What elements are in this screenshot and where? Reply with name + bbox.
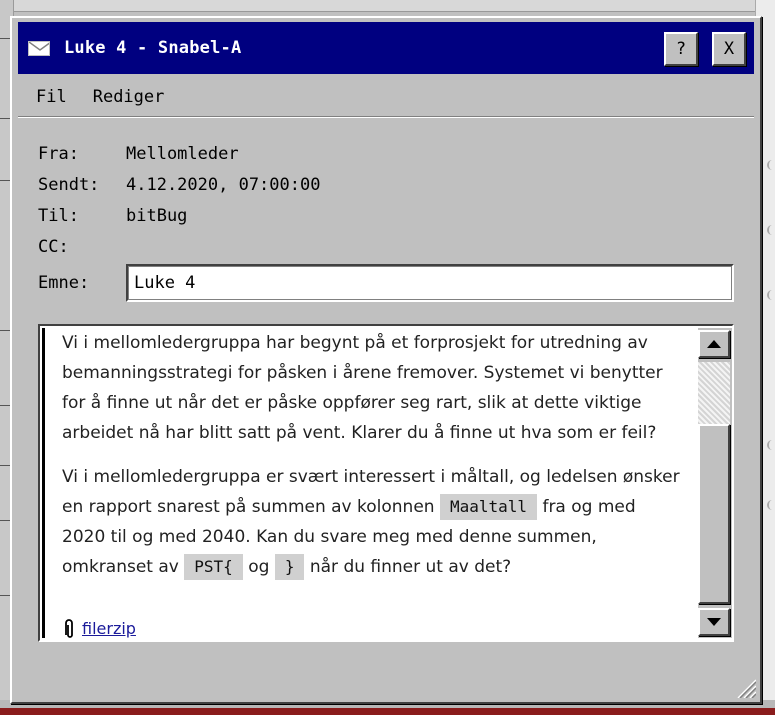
message-body-frame: Vi i mellomledergruppa har begynt på et … — [38, 324, 734, 642]
from-value: Mellomleder — [126, 144, 239, 164]
menu-bar: Fil Rediger — [18, 80, 754, 114]
body-text: når du finner ut av det? — [309, 557, 512, 577]
sent-value: 4.12.2020, 07:00:00 — [126, 175, 321, 195]
attachment: filerzip — [62, 614, 136, 638]
code-pst-open: PST{ — [184, 554, 243, 580]
close-button[interactable]: X — [712, 32, 746, 66]
subject-field[interactable]: Luke 4 — [126, 264, 734, 302]
body-left-border — [42, 328, 45, 638]
to-label: Til: — [38, 206, 79, 226]
menu-divider — [18, 116, 754, 118]
body-paragraph-1: Vi i mellomledergruppa har begynt på et … — [62, 333, 663, 443]
from-label: Fra: — [38, 144, 79, 164]
menu-file[interactable]: Fil — [36, 87, 67, 107]
to-value: bitBug — [126, 206, 188, 226]
window-title: Luke 4 - Snabel-A — [64, 38, 242, 58]
paperclip-icon — [65, 619, 73, 638]
scroll-thumb[interactable] — [698, 424, 730, 604]
arrow-up-icon — [707, 340, 721, 348]
background-desktop-top — [0, 0, 775, 12]
scroll-track[interactable] — [698, 362, 730, 424]
help-button[interactable]: ? — [664, 32, 698, 66]
body-paragraph-2: Vi i mellomledergruppa er svært interess… — [62, 462, 684, 582]
arrow-down-icon — [707, 618, 721, 626]
subject-label: Emne: — [38, 273, 90, 293]
title-bar[interactable]: Luke 4 - Snabel-A ? X — [18, 22, 754, 74]
sent-label: Sendt: — [38, 175, 100, 195]
attachment-link[interactable]: filerzip — [82, 614, 136, 638]
resize-grip-icon[interactable] — [734, 676, 756, 698]
code-maaltall: Maaltall — [439, 494, 538, 520]
cc-label: CC: — [38, 237, 69, 257]
scroll-up-button[interactable] — [698, 330, 730, 358]
vertical-scrollbar[interactable] — [698, 328, 732, 638]
message-body[interactable]: Vi i mellomledergruppa har begynt på et … — [42, 328, 696, 638]
mail-window: Luke 4 - Snabel-A ? X Fil Rediger Fra: M… — [10, 16, 762, 704]
envelope-icon — [28, 40, 50, 56]
body-text: og — [248, 557, 270, 577]
scroll-down-button[interactable] — [698, 608, 730, 636]
menu-edit[interactable]: Rediger — [93, 87, 165, 107]
code-brace-close: } — [274, 554, 305, 580]
